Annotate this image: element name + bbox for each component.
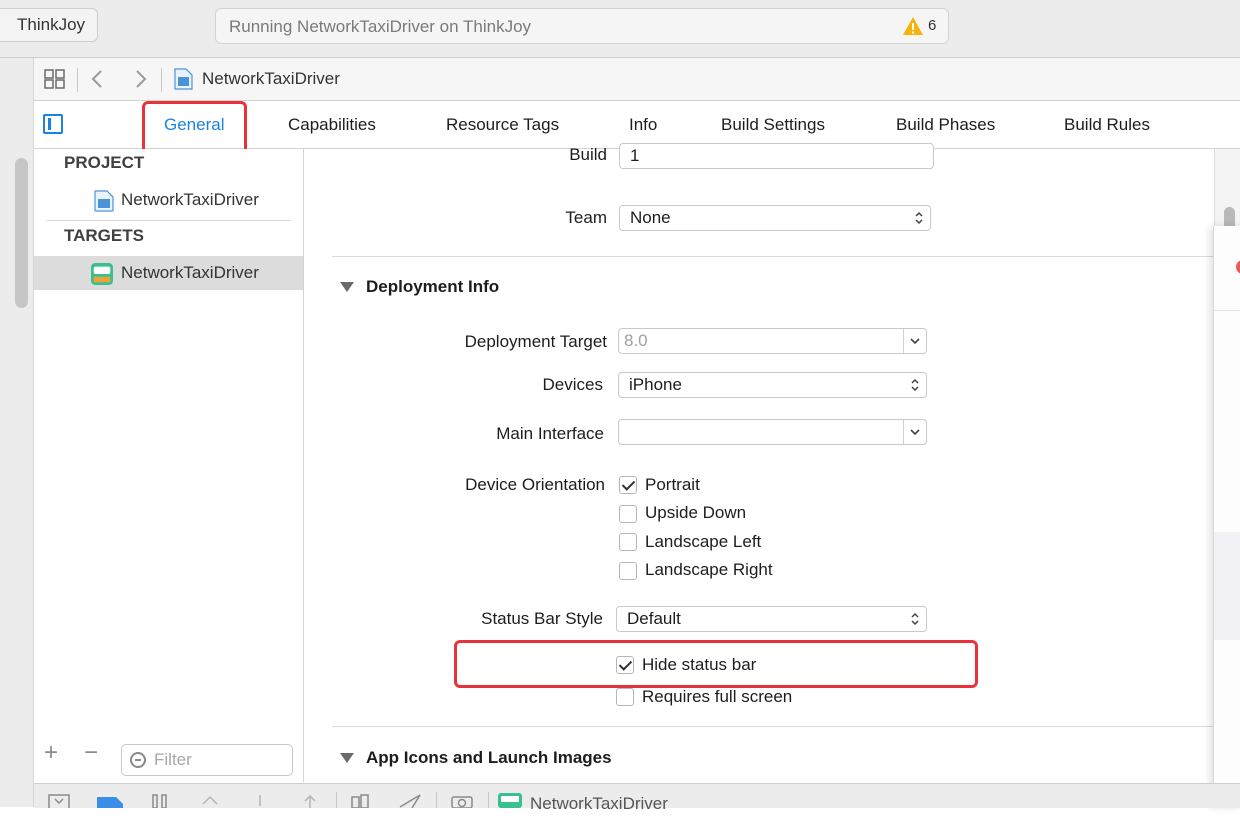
disclosure-triangle-icon[interactable] (340, 282, 354, 292)
project-file-icon (174, 68, 193, 90)
upside-down-label: Upside Down (645, 503, 747, 522)
targets-section-header: TARGETS (64, 226, 144, 245)
landscape-right-checkbox[interactable] (619, 562, 637, 580)
project-section-header: PROJECT (64, 153, 145, 172)
project-item-label: NetworkTaxiDriver (121, 190, 259, 209)
hide-debug-area-icon[interactable] (48, 794, 70, 808)
tab-resource-tags[interactable]: Resource Tags (446, 101, 559, 148)
disclosure-triangle-icon[interactable] (340, 753, 354, 763)
section-divider (332, 726, 1214, 727)
deployment-target-label: Deployment Target (464, 332, 607, 351)
main-interface-label: Main Interface (496, 424, 604, 443)
deployment-info-header[interactable]: Deployment Info (366, 275, 499, 299)
app-icon (498, 793, 522, 808)
sidebar-toggle-icon[interactable] (43, 114, 63, 134)
tab-capabilities[interactable]: Capabilities (288, 101, 376, 148)
hide-status-bar-highlight (454, 640, 978, 688)
window-highlight-band (1214, 532, 1240, 640)
debugbar-divider (488, 792, 489, 808)
scheme-selector[interactable]: ThinkJoy (0, 8, 98, 42)
warning-count[interactable]: 6 (928, 9, 936, 43)
portrait-label: Portrait (645, 475, 700, 494)
back-chevron-icon[interactable] (90, 69, 104, 89)
warning-icon[interactable] (902, 16, 924, 36)
activity-status-text: Running NetworkTaxiDriver on ThinkJoy (229, 17, 532, 36)
main-interface-combo[interactable] (618, 419, 927, 445)
status-bar-style-popup[interactable]: Default (616, 606, 927, 632)
popup-arrows-icon (915, 211, 923, 225)
status-bar-style-label: Status Bar Style (481, 609, 603, 628)
section-divider (332, 256, 1214, 257)
devices-popup[interactable]: iPhone (618, 372, 927, 398)
tab-build-phases[interactable]: Build Phases (896, 101, 995, 148)
filter-field[interactable] (121, 744, 293, 776)
activity-viewer: Running NetworkTaxiDriver on ThinkJoy 6 (215, 8, 949, 44)
debugbar-divider (436, 792, 437, 808)
target-item-label: NetworkTaxiDriver (121, 263, 259, 282)
popup-arrows-icon (911, 378, 919, 392)
requires-full-screen-checkbox[interactable] (616, 688, 634, 706)
tab-info[interactable]: Info (629, 101, 657, 148)
popup-arrows-icon (911, 612, 919, 626)
jumpbar-divider (161, 68, 162, 92)
location-arrow-icon[interactable] (398, 793, 422, 808)
chevron-down-icon[interactable] (903, 420, 926, 444)
landscape-left-checkbox[interactable] (619, 533, 637, 551)
filter-input[interactable] (154, 745, 284, 775)
build-value: 1 (630, 146, 640, 165)
devices-label: Devices (542, 375, 603, 394)
step-in-icon[interactable] (250, 794, 270, 808)
devices-value: iPhone (629, 375, 682, 394)
close-window-icon[interactable] (1236, 260, 1240, 274)
app-icon (91, 263, 113, 285)
scrollbar-thumb[interactable] (15, 158, 28, 308)
device-orientation-label: Device Orientation (465, 475, 605, 494)
chevron-down-icon[interactable] (903, 329, 926, 353)
status-bar-style-value: Default (627, 609, 681, 628)
left-edge-panel (0, 58, 34, 807)
remove-icon[interactable]: − (84, 738, 98, 768)
window-toolbar: ThinkJoy Running NetworkTaxiDriver on Th… (0, 0, 1240, 58)
deployment-target-value: 8.0 (624, 331, 648, 350)
debugbar-divider (336, 792, 337, 808)
tab-build-rules[interactable]: Build Rules (1064, 101, 1150, 148)
navigator-divider (46, 220, 291, 221)
build-label: Build (569, 145, 607, 164)
landscape-left-label: Landscape Left (645, 532, 762, 551)
landscape-right-label: Landscape Right (645, 560, 773, 579)
navigator-footer: + − (34, 734, 303, 782)
project-item[interactable]: NetworkTaxiDriver (34, 183, 303, 217)
jumpbar-project-name[interactable]: NetworkTaxiDriver (202, 58, 340, 100)
breakpoints-icon[interactable] (96, 796, 124, 808)
add-icon[interactable]: + (44, 738, 58, 768)
project-navigator: PROJECT NetworkTaxiDriver TARGETS Networ… (34, 149, 304, 782)
app-icons-header[interactable]: App Icons and Launch Images (366, 746, 612, 770)
debug-bar: NetworkTaxiDriver (34, 783, 1240, 813)
filter-icon (130, 752, 146, 768)
jump-bar: NetworkTaxiDriver (34, 58, 1240, 101)
team-value: None (630, 208, 671, 227)
camera-icon[interactable] (450, 794, 474, 808)
overlapping-window-edge (1213, 226, 1240, 807)
portrait-checkbox[interactable] (619, 476, 637, 494)
jumpbar-divider (77, 68, 78, 92)
pause-icon[interactable] (150, 794, 170, 808)
window-divider (1214, 310, 1240, 311)
forward-chevron-icon[interactable] (134, 69, 148, 89)
requires-full-screen-label: Requires full screen (642, 687, 793, 706)
step-over-icon[interactable] (200, 794, 220, 808)
deployment-target-combo[interactable]: 8.0 (618, 328, 927, 354)
tab-build-settings[interactable]: Build Settings (721, 101, 825, 148)
view-hierarchy-icon[interactable] (350, 794, 372, 808)
team-popup[interactable]: None (619, 205, 931, 231)
step-out-icon[interactable] (300, 794, 320, 808)
target-item[interactable]: NetworkTaxiDriver (34, 256, 303, 290)
debug-target-label[interactable]: NetworkTaxiDriver (530, 792, 668, 816)
upside-down-checkbox[interactable] (619, 505, 637, 523)
team-label: Team (565, 208, 607, 227)
project-file-icon (94, 190, 114, 212)
build-field[interactable]: 1 (619, 143, 934, 169)
related-items-grid-icon[interactable] (44, 69, 66, 89)
